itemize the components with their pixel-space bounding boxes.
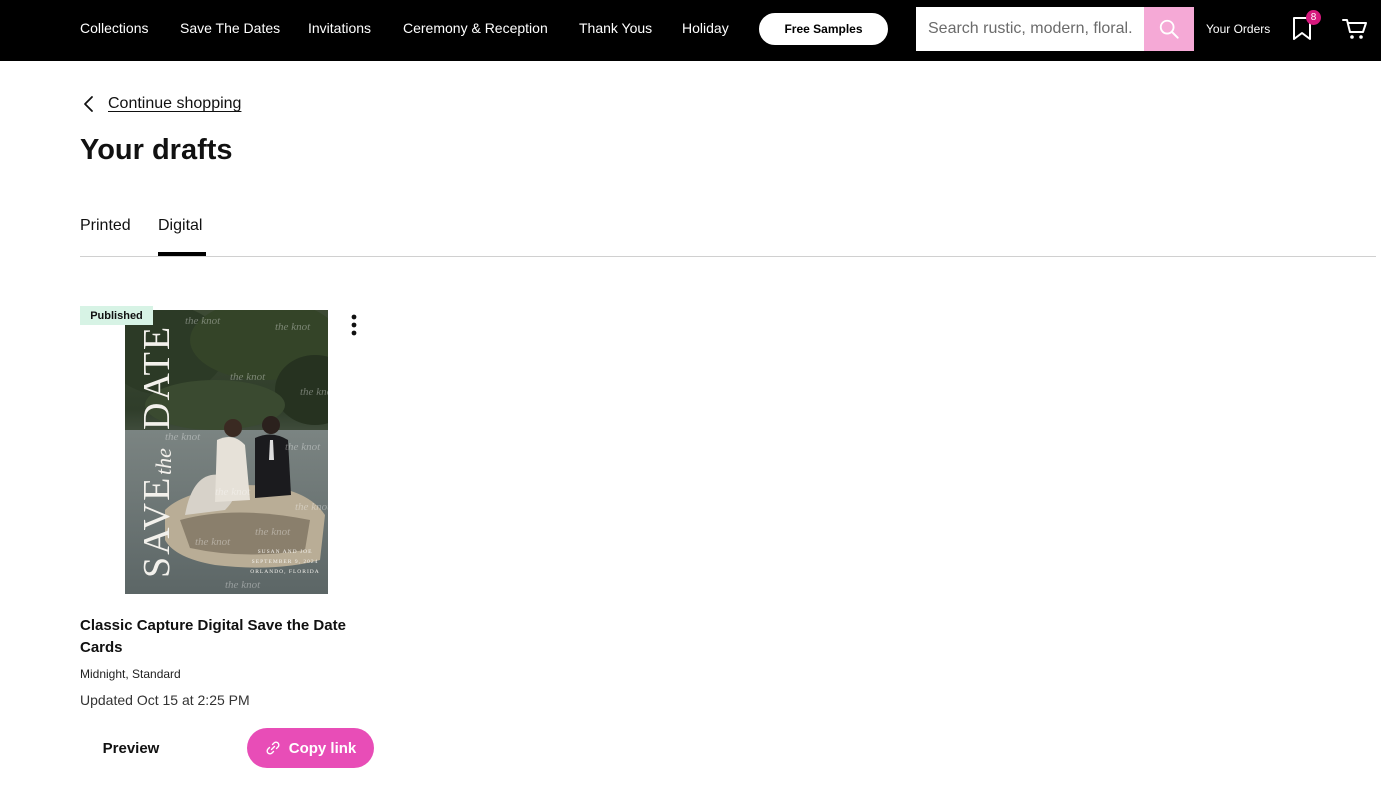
cart-icon[interactable] [1342, 18, 1368, 40]
svg-text:the knot: the knot [225, 579, 261, 591]
vertical-dots-icon [351, 314, 357, 336]
svg-text:the knot: the knot [195, 536, 231, 548]
top-navigation-bar: Collections Save The Dates Invitations C… [0, 0, 1381, 61]
nav-invitations[interactable]: Invitations [308, 20, 371, 36]
svg-text:the knot: the knot [215, 486, 251, 498]
nav-collections[interactable]: Collections [80, 20, 148, 36]
search-bar [916, 7, 1194, 51]
continue-shopping-label: Continue shopping [108, 95, 242, 112]
nav-holiday[interactable]: Holiday [682, 20, 729, 36]
svg-text:the knot: the knot [295, 501, 328, 513]
continue-shopping-link[interactable]: Continue shopping [82, 95, 241, 113]
svg-text:the knot: the knot [230, 371, 266, 383]
chevron-left-icon [84, 96, 93, 112]
copy-link-label: Copy link [288, 739, 357, 757]
svg-text:the: the [151, 448, 176, 475]
search-input[interactable] [916, 7, 1144, 51]
tab-printed[interactable]: Printed [80, 217, 131, 235]
free-samples-button[interactable]: Free Samples [759, 13, 888, 45]
search-button[interactable] [1144, 7, 1194, 51]
save-the-date-photo: SAVE the DATE SUSAN AND JOE SEPTEMBER 9,… [125, 310, 328, 594]
nav-save-the-dates[interactable]: Save The Dates [180, 20, 280, 36]
tab-digital[interactable]: Digital [158, 217, 202, 235]
nav-ceremony-reception[interactable]: Ceremony & Reception [403, 20, 548, 36]
svg-text:DATE: DATE [136, 325, 178, 430]
svg-text:SAVE: SAVE [136, 476, 178, 578]
svg-text:the knot: the knot [165, 431, 201, 443]
link-icon [266, 741, 280, 755]
svg-text:the knot: the knot [275, 321, 311, 333]
copy-link-button[interactable]: Copy link [247, 728, 374, 768]
draft-title[interactable]: Classic Capture Digital Save the Date Ca… [80, 615, 380, 659]
svg-text:the knot: the knot [255, 526, 291, 538]
preview-button[interactable]: Preview [80, 729, 182, 767]
your-orders-link[interactable]: Your Orders [1206, 22, 1270, 36]
svg-text:SUSAN AND JOE: SUSAN AND JOE [258, 549, 313, 555]
draft-thumbnail[interactable]: SAVE the DATE SUSAN AND JOE SEPTEMBER 9,… [125, 310, 328, 594]
draft-variant: Midnight, Standard [80, 667, 181, 681]
more-options-button[interactable] [340, 311, 368, 339]
page-title: Your drafts [80, 134, 233, 166]
svg-text:ORLANDO, FLORIDA: ORLANDO, FLORIDA [250, 569, 319, 575]
favorites-count-badge: 8 [1306, 10, 1321, 25]
svg-text:the knot: the knot [185, 315, 221, 327]
svg-text:the knot: the knot [300, 386, 328, 398]
tabs-divider [80, 256, 1376, 257]
search-icon [1159, 19, 1179, 39]
nav-thank-yous[interactable]: Thank Yous [579, 20, 652, 36]
status-badge: Published [80, 306, 153, 325]
draft-updated-time: Updated Oct 15 at 2:25 PM [80, 692, 250, 708]
svg-text:SEPTEMBER 9, 2024: SEPTEMBER 9, 2024 [252, 559, 319, 565]
svg-text:the knot: the knot [285, 441, 321, 453]
